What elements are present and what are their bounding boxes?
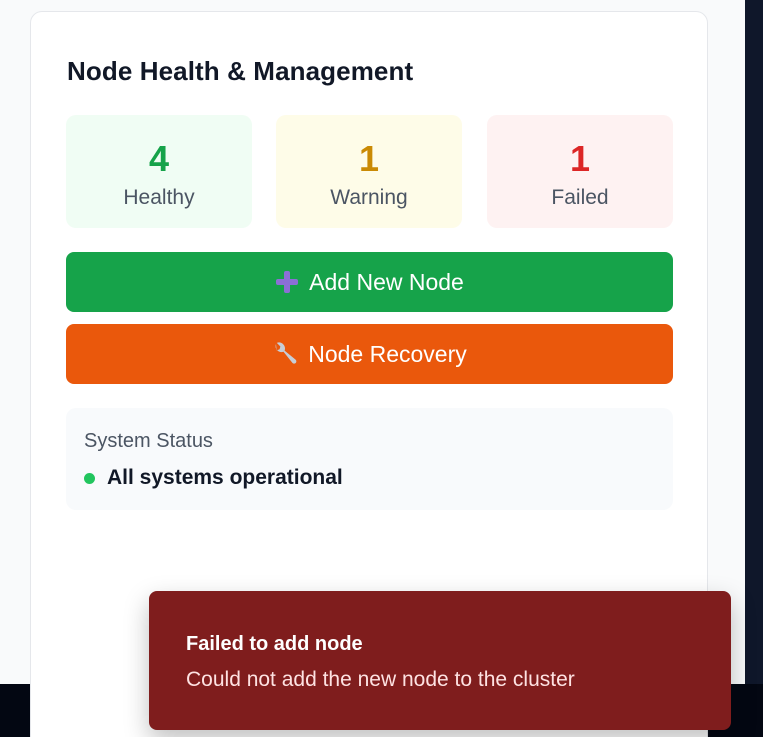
add-new-node-label: Add New Node [309,268,464,295]
background-edge [745,0,763,737]
panel-title: Node Health & Management [67,56,414,86]
system-status-message: All systems operational [107,466,343,489]
warning-count: 1 [358,138,380,179]
healthy-stat-card: 4 Healthy [66,115,252,228]
wrench-icon [272,341,298,367]
error-toast[interactable]: Failed to add node Could not add the new… [149,591,731,730]
healthy-label: Healthy [123,186,195,209]
node-recovery-label: Node Recovery [308,340,467,367]
status-indicator-dot [84,472,95,484]
warning-stat-card: 1 Warning [276,115,462,228]
system-status-panel: System Status All systems operational [66,408,673,510]
node-recovery-button[interactable]: Node Recovery [66,324,673,384]
failed-count: 1 [569,138,591,179]
system-status-title: System Status [84,430,213,452]
failed-label: Failed [551,186,609,209]
failed-stat-card: 1 Failed [487,115,673,228]
plus-icon [275,270,299,294]
toast-title: Failed to add node [186,633,363,655]
healthy-count: 4 [148,138,170,179]
add-new-node-button[interactable]: Add New Node [66,252,673,312]
system-status-line: All systems operational [84,466,343,490]
toast-message: Could not add the new node to the cluste… [186,668,575,691]
warning-label: Warning [330,186,408,209]
